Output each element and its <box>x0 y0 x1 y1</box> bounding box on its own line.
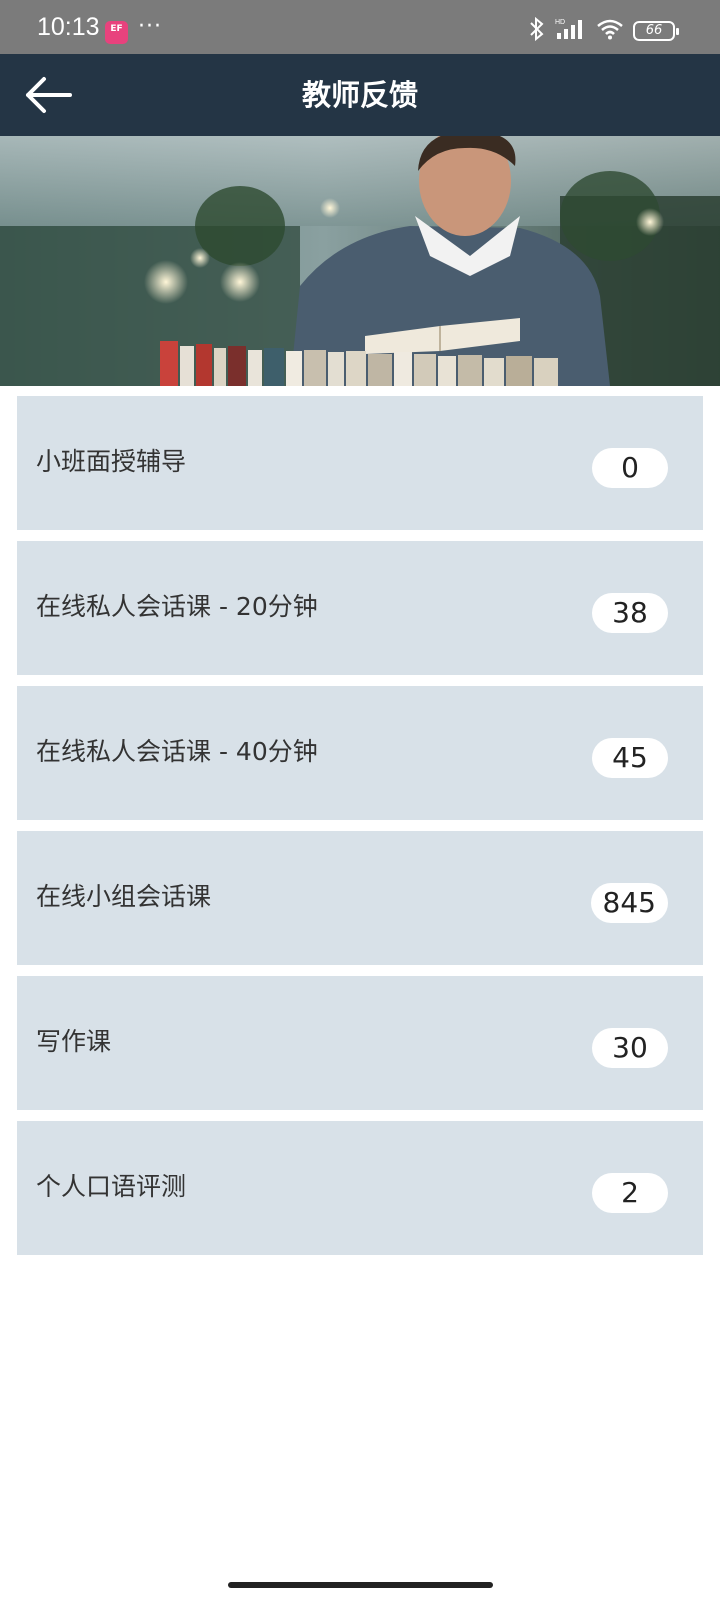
ef-app-icon: EF <box>105 21 128 44</box>
feedback-category-list: 小班面授辅导 0 在线私人会话课 - 20分钟 38 在线私人会话课 - 40分… <box>17 396 703 1266</box>
list-item[interactable]: 在线私人会话课 - 20分钟 38 <box>17 541 703 675</box>
more-notifications-icon: ··· <box>138 14 162 39</box>
count-badge: 2 <box>592 1173 668 1213</box>
item-label: 在线小组会话课 <box>36 882 212 911</box>
status-icons: HD 66 <box>528 16 679 45</box>
list-item[interactable]: 在线私人会话课 - 40分钟 45 <box>17 686 703 820</box>
list-item[interactable]: 写作课 30 <box>17 976 703 1110</box>
count-badge: 38 <box>592 593 668 633</box>
status-bar: 10:13 EF ··· HD 66 <box>0 0 720 54</box>
list-item[interactable]: 个人口语评测 2 <box>17 1121 703 1255</box>
count-badge: 45 <box>592 738 668 778</box>
arrow-left-icon <box>26 77 72 113</box>
status-time: 10:13 <box>37 13 100 41</box>
item-label: 在线私人会话课 - 20分钟 <box>36 592 318 621</box>
count-badge: 0 <box>592 448 668 488</box>
list-item[interactable]: 在线小组会话课 845 <box>17 831 703 965</box>
list-item[interactable]: 小班面授辅导 0 <box>17 396 703 530</box>
back-button[interactable] <box>22 70 74 120</box>
item-label: 写作课 <box>36 1027 112 1056</box>
count-badge: 30 <box>592 1028 668 1068</box>
bluetooth-icon <box>528 16 546 45</box>
page-title: 教师反馈 <box>301 78 418 112</box>
home-indicator[interactable] <box>228 1582 493 1588</box>
item-label: 在线私人会话课 - 40分钟 <box>36 737 318 766</box>
wifi-icon <box>596 18 624 44</box>
count-badge: 845 <box>590 883 668 923</box>
app-header: 教师反馈 <box>0 54 720 136</box>
svg-text:HD: HD <box>555 19 565 26</box>
signal-icon: HD <box>555 17 587 45</box>
item-label: 个人口语评测 <box>36 1172 187 1201</box>
hero-banner-image <box>0 136 720 386</box>
battery-icon: 66 <box>633 21 679 41</box>
item-label: 小班面授辅导 <box>36 447 187 476</box>
